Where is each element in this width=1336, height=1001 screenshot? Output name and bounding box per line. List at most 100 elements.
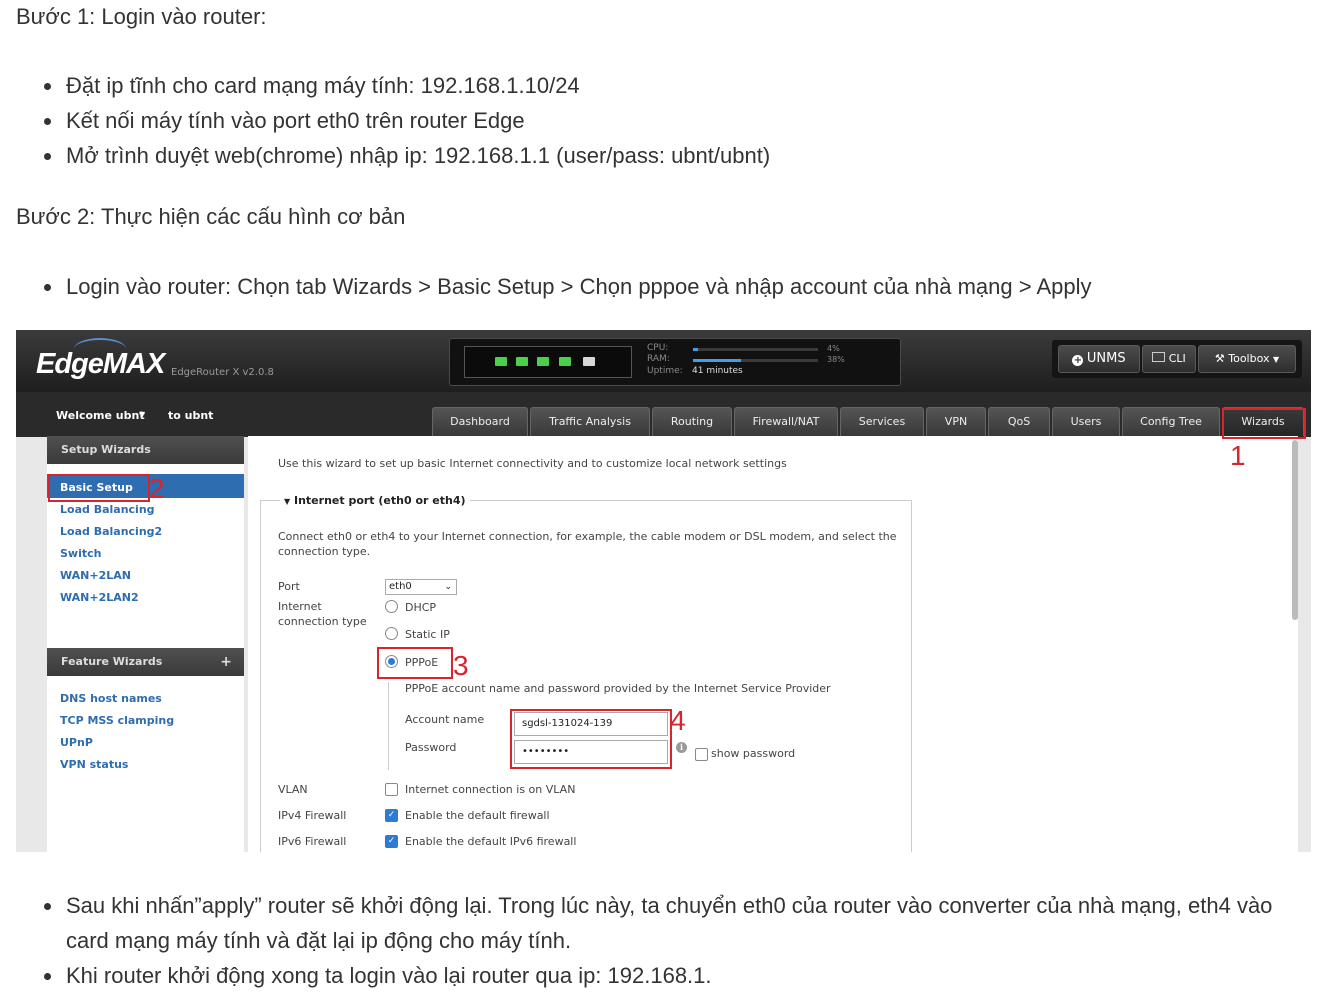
toolbar: + UNMS CLI ⚒ Toolbox ▼ [1052, 340, 1302, 378]
tab-routing[interactable]: Routing [652, 407, 732, 436]
router-header: EdgeMAX EdgeRouter X v2.0.8 CPU: 4% RAM:… [16, 330, 1311, 392]
radio-dhcp-label: DHCP [405, 601, 437, 614]
conn-type-label: Internet [278, 600, 322, 613]
annotation-number: 3 [453, 650, 469, 681]
list-item: Kết nối máy tính vào port eth0 trên rout… [0, 103, 770, 138]
cli-label: CLI [1168, 352, 1186, 365]
show-password-checkbox[interactable] [695, 748, 708, 761]
wizard-intro: Use this wizard to set up basic Internet… [278, 457, 787, 470]
terminal-icon [1152, 352, 1166, 362]
ram-bar [693, 359, 818, 362]
step2-title: Bước 2: Thực hiện các cấu hình cơ bản [16, 204, 406, 229]
ipv4-firewall-label: IPv4 Firewall [278, 809, 347, 822]
annotation-number: 1 [1230, 440, 1246, 471]
step1-title: Bước 1: Login vào router: [16, 4, 267, 29]
plus-icon[interactable]: + [220, 648, 232, 676]
list-item: Sau khi nhấn”apply” router sẽ khởi động … [0, 888, 1336, 958]
tab-qos[interactable]: QoS [988, 407, 1050, 436]
after-list: Sau khi nhấn”apply” router sẽ khởi động … [0, 888, 1336, 993]
list-item: Khi router khởi động xong ta login vào l… [0, 958, 1336, 993]
radio-static-ip[interactable] [385, 627, 398, 640]
ipv4-firewall-checkbox[interactable]: ✓ [385, 809, 398, 822]
show-password-label: show password [711, 747, 796, 760]
ipv4-firewall-text: Enable the default firewall [405, 809, 550, 822]
list-item: Đặt ip tĩnh cho card mạng máy tính: 192.… [0, 68, 770, 103]
to-ubnt-label: to ubnt [168, 409, 214, 422]
cpu-bar-fill [693, 348, 698, 351]
tab-users[interactable]: Users [1052, 407, 1120, 436]
ipv6-firewall-label: IPv6 Firewall [278, 835, 347, 848]
tab-dashboard[interactable]: Dashboard [432, 407, 528, 436]
scrollbar[interactable] [1292, 440, 1298, 620]
ram-bar-fill [693, 359, 741, 362]
cli-button[interactable]: CLI [1142, 345, 1196, 373]
sidebar-item-switch[interactable]: Switch [60, 547, 101, 560]
ram-label: RAM: [647, 354, 670, 364]
port-icon [583, 357, 595, 366]
caret-down-icon: ▼ [1272, 355, 1280, 364]
uptime-label: Uptime: [647, 366, 683, 376]
tab-traffic-analysis[interactable]: Traffic Analysis [530, 407, 650, 436]
sidebar-item-wan-2lan2[interactable]: WAN+2LAN2 [60, 591, 139, 604]
port-icon [516, 357, 528, 366]
port-status [464, 346, 632, 378]
unms-button[interactable]: + UNMS [1058, 345, 1140, 373]
sidebar-item-load-balancing2[interactable]: Load Balancing2 [60, 525, 162, 538]
port-select-value: eth0 [389, 581, 412, 592]
port-icon [495, 357, 507, 366]
list-item: Login vào router: Chọn tab Wizards > Bas… [0, 269, 1092, 304]
uptime-value: 41 minutes [692, 366, 743, 376]
account-name-label: Account name [405, 713, 485, 726]
step1-list: Đặt ip tĩnh cho card mạng máy tính: 192.… [0, 68, 770, 173]
cpu-bar [693, 348, 818, 351]
sidebar-item-upnp[interactable]: UPnP [60, 736, 93, 749]
vlan-text: Internet connection is on VLAN [405, 783, 576, 796]
connect-text: Connect eth0 or eth4 to your Internet co… [278, 530, 897, 543]
welcome-menu[interactable]: Welcome ubnt [56, 409, 145, 422]
info-icon: i [676, 742, 687, 753]
wrench-icon: ⚒ [1214, 352, 1225, 365]
sidebar-item-dns-host-names[interactable]: DNS host names [60, 692, 162, 705]
sidebar-item-wan-2lan[interactable]: WAN+2LAN [60, 569, 131, 582]
annotation-box-pppoe [377, 647, 453, 679]
feature-wizards-header[interactable]: Feature Wizards + [47, 648, 244, 676]
annotation-number: 4 [670, 705, 686, 736]
caret-down-icon[interactable]: ▼ [139, 410, 145, 419]
cpu-percent: 4% [827, 344, 840, 353]
ipv6-firewall-checkbox[interactable]: ✓ [385, 835, 398, 848]
unms-label: UNMS [1086, 351, 1126, 366]
connect-text-2: connection type. [278, 545, 371, 558]
annotation-box-wizards [1222, 408, 1306, 439]
annotation-box-credentials [510, 709, 672, 769]
pppoe-note: PPPoE account name and password provided… [405, 682, 831, 695]
section-title[interactable]: ▼ Internet port (eth0 or eth4) [280, 494, 470, 507]
tab-config-tree[interactable]: Config Tree [1122, 407, 1220, 436]
pppoe-group-line [388, 682, 389, 770]
tab-services[interactable]: Services [840, 407, 924, 436]
step2-list: Login vào router: Chọn tab Wizards > Bas… [0, 269, 1092, 304]
radio-static-ip-label: Static IP [405, 628, 450, 641]
caret-down-icon: ▼ [284, 497, 291, 506]
toolbox-label: Toolbox [1228, 352, 1270, 365]
section-title-text: Internet port (eth0 or eth4) [294, 494, 466, 507]
sidebar-item-vpn-status[interactable]: VPN status [60, 758, 128, 771]
edgemax-logo: EdgeMAX [36, 348, 165, 380]
vlan-checkbox[interactable] [385, 783, 398, 796]
toolbox-button[interactable]: ⚒ Toolbox ▼ [1198, 345, 1296, 373]
annotation-box-basic-setup [48, 474, 150, 502]
setup-wizards-header: Setup Wizards [47, 436, 244, 464]
list-item: Mở trình duyệt web(chrome) nhập ip: 192.… [0, 138, 770, 173]
tab-firewall-nat[interactable]: Firewall/NAT [734, 407, 838, 436]
status-panel: CPU: 4% RAM: 38% Uptime: 41 minutes [449, 338, 901, 386]
feature-wizards-title: Feature Wizards [61, 655, 163, 668]
chevron-down-icon: ⌄ [444, 582, 452, 592]
conn-type-label-2: connection type [278, 615, 367, 628]
router-version: EdgeRouter X v2.0.8 [171, 367, 274, 378]
plus-circle-icon: + [1072, 355, 1084, 366]
tab-vpn[interactable]: VPN [926, 407, 986, 436]
annotation-number: 2 [149, 473, 165, 504]
sidebar-item-tcp-mss-clamping[interactable]: TCP MSS clamping [60, 714, 174, 727]
port-select[interactable]: eth0 ⌄ [385, 579, 457, 595]
radio-dhcp[interactable] [385, 600, 398, 613]
sidebar-item-load-balancing[interactable]: Load Balancing [60, 503, 155, 516]
